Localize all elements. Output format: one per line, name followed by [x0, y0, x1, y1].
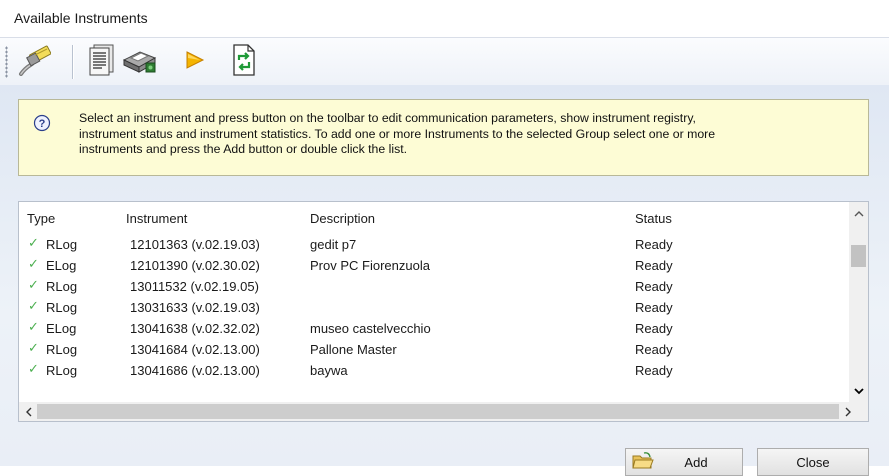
table-row[interactable]: ✓ RLog 13041686 (v.02.13.00) baywa Ready	[19, 360, 849, 381]
scroll-down-arrow-icon[interactable]	[849, 382, 868, 400]
cell-status: Ready	[635, 279, 673, 294]
cell-status: Ready	[635, 237, 673, 252]
svg-text:?: ?	[39, 118, 46, 130]
check-icon: ✓	[28, 298, 39, 313]
column-header-instrument[interactable]: Instrument	[126, 211, 187, 226]
cell-instrument: 13041638 (v.02.32.02)	[130, 321, 260, 336]
scroll-right-arrow-icon[interactable]	[839, 402, 857, 421]
cell-instrument: 13041684 (v.02.13.00)	[130, 342, 260, 357]
cell-status: Ready	[635, 363, 673, 378]
info-box: ? Select an instrument and press button …	[18, 99, 869, 176]
cell-instrument: 13011532 (v.02.19.05)	[130, 279, 259, 294]
add-button[interactable]: Add	[625, 448, 743, 476]
cell-description: museo castelvecchio	[310, 321, 431, 336]
refresh-button[interactable]	[226, 43, 262, 79]
cell-status: Ready	[635, 300, 673, 315]
close-button[interactable]: Close	[757, 448, 869, 476]
check-icon: ✓	[28, 235, 39, 250]
horizontal-scrollbar[interactable]	[19, 402, 868, 421]
column-header-type[interactable]: Type	[27, 211, 55, 226]
check-icon: ✓	[28, 319, 39, 334]
table-row[interactable]: ✓ ELog 12101390 (v.02.30.02) Prov PC Fio…	[19, 255, 849, 276]
close-button-label: Close	[796, 454, 830, 470]
document-list-icon	[86, 43, 116, 80]
help-question-icon: ?	[33, 114, 51, 135]
cell-type: ELog	[46, 321, 77, 336]
table-row[interactable]: ✓ RLog 13011532 (v.02.19.05) Ready	[19, 276, 849, 297]
add-button-label: Add	[684, 454, 708, 470]
cell-description: Prov PC Fiorenzuola	[310, 258, 430, 273]
check-icon: ✓	[28, 256, 39, 271]
cell-instrument: 13041686 (v.02.13.00)	[130, 363, 260, 378]
instrument-list[interactable]: Type Instrument Description Status ✓ RLo…	[18, 201, 869, 422]
cell-status: Ready	[635, 342, 673, 357]
column-header-status[interactable]: Status	[635, 211, 672, 226]
info-line: Select an instrument and press button on…	[79, 111, 696, 125]
refresh-document-icon	[231, 43, 257, 80]
check-icon: ✓	[28, 277, 39, 292]
horizontal-scroll-thumb[interactable]	[37, 404, 839, 419]
toolbar-separator	[72, 45, 73, 79]
check-icon: ✓	[28, 361, 39, 376]
window-title: Available Instruments	[14, 10, 148, 26]
cell-description: baywa	[310, 363, 348, 378]
scroll-left-arrow-icon[interactable]	[19, 402, 37, 421]
cell-type: ELog	[46, 258, 77, 273]
toolbar	[0, 37, 889, 86]
cell-instrument: 12101363 (v.02.19.03)	[130, 237, 260, 252]
cell-type: RLog	[46, 363, 78, 378]
scroll-up-arrow-icon[interactable]	[849, 204, 868, 222]
instrument-statistics-button[interactable]	[176, 43, 212, 79]
info-text: Select an instrument and press button on…	[79, 111, 849, 158]
play-arrow-icon	[182, 48, 206, 75]
status-printer-icon	[120, 44, 158, 79]
instrument-status-button[interactable]	[121, 43, 157, 79]
table-row[interactable]: ✓ RLog 12101363 (v.02.19.03) gedit p7 Re…	[19, 234, 849, 255]
cell-status: Ready	[635, 258, 673, 273]
cell-instrument: 12101390 (v.02.30.02)	[130, 258, 260, 273]
table-row[interactable]: ✓ RLog 13041684 (v.02.13.00) Pallone Mas…	[19, 339, 849, 360]
communication-parameters-button[interactable]	[16, 43, 52, 79]
cell-type: RLog	[46, 300, 78, 315]
list-header: Type Instrument Description Status	[19, 202, 849, 230]
cell-description: Pallone Master	[310, 342, 397, 357]
vertical-scroll-thumb[interactable]	[851, 245, 866, 267]
title-bar: Available Instruments	[0, 0, 889, 36]
check-icon: ✓	[28, 340, 39, 355]
instrument-registry-button[interactable]	[83, 43, 119, 79]
content-area: ? Select an instrument and press button …	[0, 85, 889, 476]
cell-description: gedit p7	[310, 237, 357, 252]
info-line: instruments and press the Add button or …	[79, 142, 408, 156]
serial-cable-icon	[17, 44, 52, 79]
cell-status: Ready	[635, 321, 673, 336]
column-header-description[interactable]: Description	[310, 211, 375, 226]
toolbar-grip[interactable]	[5, 46, 8, 78]
cell-instrument: 13031633 (v.02.19.03)	[130, 300, 260, 315]
cell-type: RLog	[46, 237, 78, 252]
table-row[interactable]: ✓ RLog 13031633 (v.02.19.03) Ready	[19, 297, 849, 318]
info-line: instrument status and instrument statist…	[79, 126, 716, 141]
cell-type: RLog	[46, 279, 78, 294]
cell-type: RLog	[46, 342, 78, 357]
table-row[interactable]: ✓ ELog 13041638 (v.02.32.02) museo caste…	[19, 318, 849, 339]
open-folder-icon	[632, 452, 654, 473]
vertical-scrollbar[interactable]	[849, 202, 868, 402]
